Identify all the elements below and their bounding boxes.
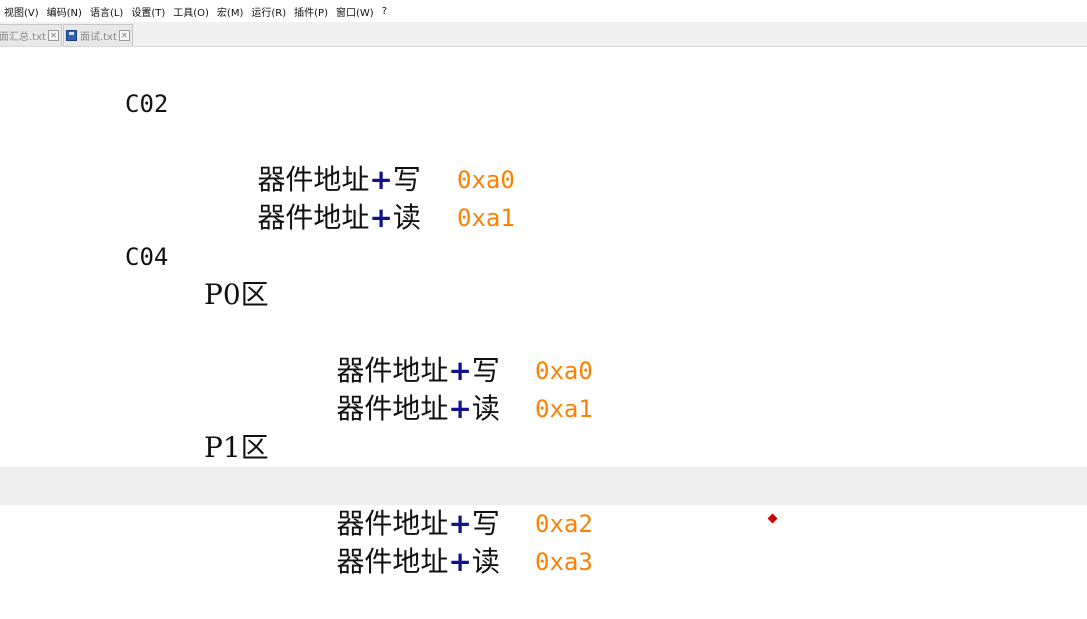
text-editor[interactable]: C02 器件地址+写 0xa0 器件地址+读 0xa1 C04 P0区 器件地址… [0,47,1087,578]
hex-value: 0xa3 [535,548,593,576]
close-icon[interactable]: ✕ [118,30,130,41]
close-icon[interactable]: ✕ [47,30,59,41]
menu-window[interactable]: 窗口(W) [332,4,378,19]
op-label: 读 [471,545,500,578]
tab-label: 面汇总.txt [0,32,46,43]
current-line: 器件地址+读 0xa3 [0,467,1087,578]
menu-settings[interactable]: 设置(T) [127,4,169,19]
device-address-label: 器件地址 [336,545,449,578]
tab-bar: 面汇总.txt ✕ 面试.txt ✕ [0,22,1087,47]
menu-plugins[interactable]: 插件(P) [290,4,332,19]
tab-label: 面试.txt [79,32,117,43]
save-icon [65,30,77,41]
editor-line: 器件地址+读 0xa1 [0,123,1087,234]
editor-line: C04 [0,200,1087,271]
menu-run[interactable]: 运行(R) [247,4,290,19]
plus-operator: + [448,545,472,578]
editor-line: 器件地址+写 0xa2 [0,429,1087,540]
editor-line: 器件地址+写 0xa0 [0,276,1087,387]
editor-line: 器件地址+读 0xa1 [0,314,1087,425]
menu-help[interactable]: ? [378,6,391,17]
menu-view[interactable]: 视图(V) [0,4,43,19]
menu-language[interactable]: 语言(L) [86,4,127,19]
editor-line: C02 [0,47,1087,118]
menu-encoding[interactable]: 编码(N) [43,4,86,19]
editor-line: P1区 [0,391,1087,464]
editor-line: 器件地址+写 0xa0 [0,85,1087,196]
menu-bar: 视图(V) 编码(N) 语言(L) 设置(T) 工具(O) 宏(M) 运行(R)… [0,0,1087,22]
editor-line: P0区 [0,238,1087,311]
tab-summary-file[interactable]: 面汇总.txt ✕ [0,24,62,46]
menu-macro[interactable]: 宏(M) [213,4,247,19]
hex-value: 0xa2 [535,510,593,538]
menu-tools[interactable]: 工具(O) [169,4,213,19]
tab-interview-file[interactable]: 面试.txt ✕ [62,24,133,46]
